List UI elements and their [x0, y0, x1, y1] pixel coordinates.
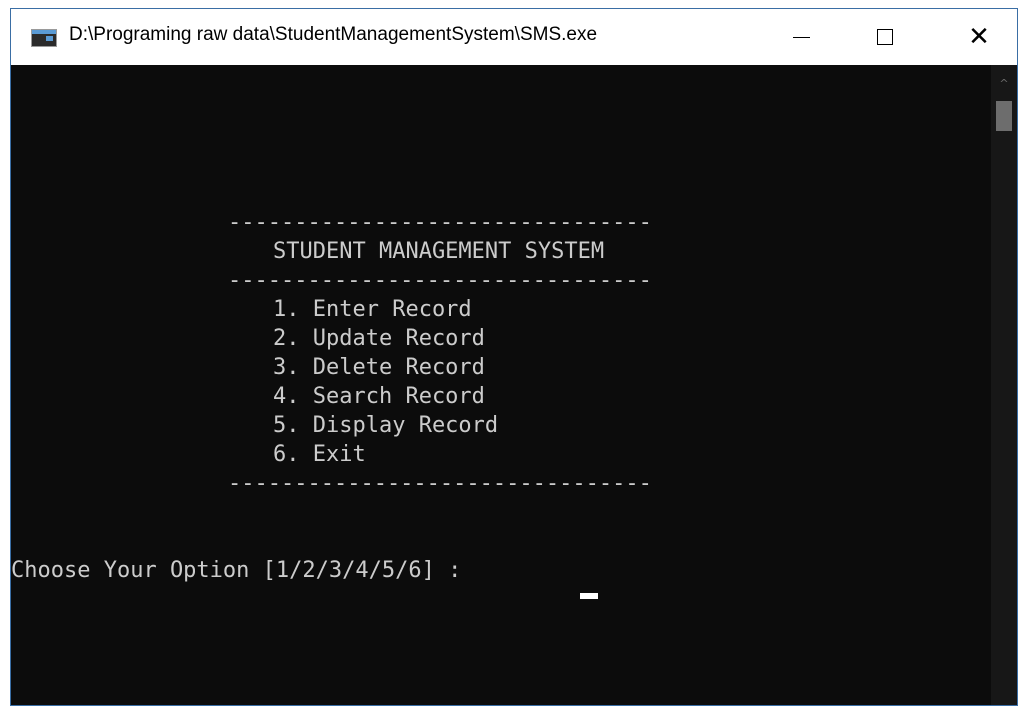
text-cursor[interactable] [580, 593, 598, 599]
divider-middle: -------------------------------- [228, 268, 652, 293]
console-output[interactable]: -------------------------------- STUDENT… [11, 65, 991, 705]
divider-bottom: -------------------------------- [228, 471, 652, 496]
menu-item-exit: 6. Exit [273, 442, 366, 467]
scroll-up-arrow-icon[interactable]: ^ [998, 78, 1010, 89]
close-button[interactable]: ✕ [947, 9, 1011, 65]
console-window: D:\Programing raw data\StudentManagement… [10, 8, 1018, 706]
minimize-button[interactable] [769, 9, 833, 65]
divider-top: -------------------------------- [228, 210, 652, 235]
menu-item-delete-record: 3. Delete Record [273, 355, 485, 380]
scrollbar-thumb[interactable] [996, 101, 1012, 131]
title-bar[interactable]: D:\Programing raw data\StudentManagement… [11, 9, 1017, 65]
menu-heading: STUDENT MANAGEMENT SYSTEM [273, 239, 605, 264]
vertical-scrollbar[interactable]: ^ [991, 65, 1017, 705]
close-icon: ✕ [968, 22, 990, 52]
minimize-icon [792, 36, 810, 38]
menu-item-update-record: 2. Update Record [273, 326, 485, 351]
menu-item-display-record: 5. Display Record [273, 413, 499, 438]
window-title: D:\Programing raw data\StudentManagement… [69, 24, 598, 45]
maximize-icon [877, 29, 893, 45]
console-app-icon[interactable] [31, 29, 57, 47]
maximize-button[interactable] [853, 9, 917, 65]
menu-item-search-record: 4. Search Record [273, 384, 485, 409]
option-prompt: Choose Your Option [1/2/3/4/5/6] : [11, 558, 475, 583]
menu-item-enter-record: 1. Enter Record [273, 297, 472, 322]
